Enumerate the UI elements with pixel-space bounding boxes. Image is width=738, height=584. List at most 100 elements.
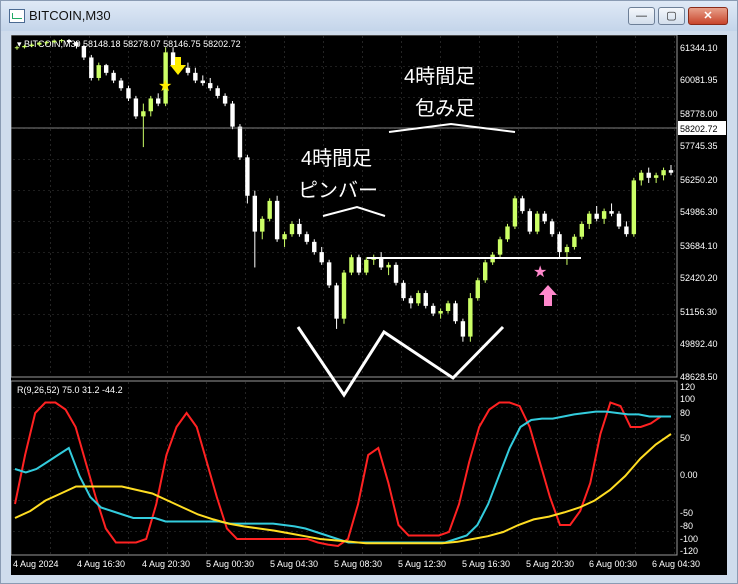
time-axis-label: 4 Aug 16:30 <box>77 559 125 569</box>
close-button[interactable]: ✕ <box>688 7 728 25</box>
candle-body <box>393 264 399 283</box>
candle-body <box>156 98 161 104</box>
price-axis-label: 60081.95 <box>680 75 718 85</box>
candle-body <box>282 234 287 240</box>
candle-body <box>215 88 220 96</box>
candle-body <box>200 80 205 84</box>
price-grid <box>12 36 676 376</box>
candle-body <box>111 72 116 81</box>
chart-svg[interactable]: ▾ BITCOIN,M30 58148.18 58278.07 58146.75… <box>10 34 727 575</box>
time-axis-label: 6 Aug 00:30 <box>589 559 637 569</box>
price-axis-label: 49892.40 <box>680 339 718 349</box>
candle-body <box>148 98 153 112</box>
candle-body <box>44 42 49 44</box>
candle-body <box>66 40 72 43</box>
price-axis-label: 56250.20 <box>680 175 718 185</box>
minimize-button[interactable]: — <box>628 7 655 25</box>
candle-body <box>423 293 428 306</box>
candle-body <box>37 42 42 45</box>
indicator-axis-label: 120 <box>680 382 695 392</box>
candle-body <box>609 211 614 214</box>
price-axis-label: 57745.35 <box>680 141 718 151</box>
candle-body <box>579 223 585 237</box>
candle-body <box>401 282 406 299</box>
indicator-axis-label: 50 <box>680 433 690 443</box>
candle-body <box>594 213 599 219</box>
title-bar[interactable]: BITCOIN,M30 — ▢ ✕ <box>1 1 737 31</box>
chart-info-line: ▾ BITCOIN,M30 58148.18 58278.07 58146.75… <box>17 39 241 49</box>
time-axis-label: 5 Aug 04:30 <box>270 559 318 569</box>
candle-body <box>126 88 131 99</box>
candle-body <box>631 180 637 235</box>
candle-body <box>185 67 191 73</box>
candle-body <box>252 195 258 232</box>
indicator-axis-label: 0.00 <box>680 470 698 480</box>
candle-body <box>74 42 79 46</box>
candle-body <box>520 198 525 212</box>
star-pink-icon: ★ <box>533 264 547 281</box>
candle-body <box>668 170 674 173</box>
chart-area[interactable]: ▾ BITCOIN,M30 58148.18 58278.07 58146.75… <box>10 34 727 575</box>
candle-body <box>624 226 629 235</box>
candle-body <box>364 259 369 273</box>
candle-body <box>319 252 324 263</box>
time-axis-label: 5 Aug 00:30 <box>206 559 254 569</box>
price-axis-label: 53684.10 <box>680 241 718 251</box>
time-axis-label: 5 Aug 08:30 <box>334 559 382 569</box>
current-price-label: 58202.72 <box>680 124 718 134</box>
candle-body <box>304 234 310 242</box>
candle-body <box>408 298 414 304</box>
chart-window-icon <box>9 9 25 23</box>
candle-body <box>170 52 176 66</box>
candle-body <box>653 175 659 178</box>
time-axis-label: 5 Aug 12:30 <box>398 559 446 569</box>
candle-body <box>616 213 622 227</box>
candle-body <box>386 264 391 268</box>
candle-body <box>646 172 651 178</box>
candle-body <box>14 47 20 49</box>
price-axis-label: 58778.00 <box>680 109 718 119</box>
candle-body <box>438 310 443 314</box>
pinbar-annotation-line1: 4時間足 <box>301 147 372 170</box>
window-title: BITCOIN,M30 <box>29 8 111 23</box>
candle-body <box>208 83 213 89</box>
price-axis-label: 52420.20 <box>680 273 718 283</box>
candle-body <box>549 221 555 235</box>
candle-body <box>483 262 488 281</box>
candle-body <box>81 45 87 58</box>
candle-body <box>356 257 362 273</box>
candle-body <box>557 234 562 253</box>
maximize-button[interactable]: ▢ <box>658 7 685 25</box>
candle-body <box>96 65 101 78</box>
candle-body <box>542 213 547 222</box>
candle-body <box>312 241 317 253</box>
candle-body <box>430 305 436 314</box>
time-axis-label: 4 Aug 2024 <box>13 559 59 569</box>
candle-body <box>289 223 295 235</box>
candle-body <box>564 246 570 253</box>
candle-body <box>193 72 198 81</box>
candle-body <box>453 303 458 322</box>
price-axis-label: 54986.30 <box>680 207 718 217</box>
price-axis-label: 61344.10 <box>680 43 718 53</box>
pinbar-annotation-line2: ピンバー <box>298 180 378 202</box>
time-axis-label: 4 Aug 20:30 <box>142 559 190 569</box>
candle-body <box>103 65 109 73</box>
candle-body <box>416 293 421 304</box>
indicator-axis-label: -100 <box>680 534 698 544</box>
candle-body <box>572 236 577 247</box>
price-axis-label: 48628.50 <box>680 372 718 382</box>
candle-body <box>445 303 451 311</box>
candle-body <box>341 272 347 319</box>
candle-body <box>468 298 473 337</box>
time-axis-label: 6 Aug 04:30 <box>652 559 700 569</box>
candle-body <box>587 213 592 224</box>
candle-body <box>639 172 644 181</box>
candle-body <box>349 257 354 273</box>
indicator-axis-label: 100 <box>680 394 695 404</box>
indicator-axis-label: -80 <box>680 521 693 531</box>
terminal-window: BITCOIN,M30 — ▢ ✕ ▾ BITCOIN,M30 58148.18… <box>0 0 738 584</box>
candle-body <box>334 285 339 319</box>
candle-body <box>118 80 124 89</box>
candle-body <box>601 211 607 219</box>
